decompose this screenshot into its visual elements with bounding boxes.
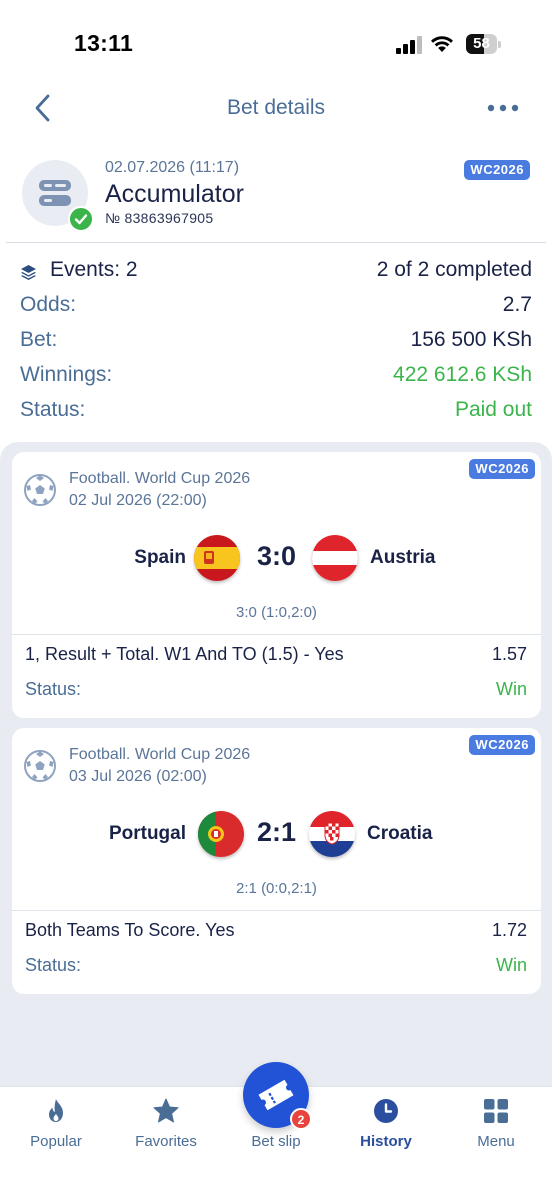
event-date: 02 Jul 2026 (22:00) — [69, 492, 207, 509]
divider — [12, 634, 541, 635]
grid-icon — [484, 1099, 508, 1123]
event-league: Football. World Cup 2026 — [69, 746, 251, 763]
flame-icon — [49, 1099, 63, 1122]
divider — [6, 242, 546, 243]
away-team: Croatia — [367, 823, 433, 844]
tab-favorites[interactable]: Favorites — [111, 1087, 221, 1167]
winnings-label: Winnings: — [20, 363, 113, 386]
nav-bar: Bet details — [0, 82, 552, 134]
tab-popular[interactable]: Popular — [1, 1087, 111, 1167]
status-value: Paid out — [454, 398, 532, 421]
bet-number: № 83863967905 — [105, 210, 214, 226]
check-icon — [68, 206, 94, 232]
event-halves-score: 3:0 (1:0,2:0) — [236, 604, 317, 621]
event-market: 1, Result + Total. W1 And TO (1.5) - Yes — [25, 644, 344, 664]
tab-label: History — [360, 1133, 412, 1150]
event-league: Football. World Cup 2026 — [69, 470, 251, 487]
events-value: 2 of 2 completed — [376, 258, 532, 281]
tournament-tag: WC2026 — [469, 735, 535, 755]
battery-level: 58 — [473, 35, 490, 52]
battery-icon: 58 — [466, 34, 502, 54]
bet-date: 02.07.2026 (11:17) — [105, 159, 240, 176]
summary-winnings-row: Winnings: 422 612.6 KSh — [0, 363, 552, 393]
summary-events-row: Events: 2 2 of 2 completed — [0, 258, 552, 288]
event-score: 2:1 — [256, 817, 297, 847]
event-market: Both Teams To Score. Yes — [25, 920, 235, 940]
away-team: Austria — [370, 547, 436, 568]
divider — [12, 910, 541, 911]
status-time: 13:11 — [74, 30, 134, 56]
tab-label: Favorites — [135, 1133, 197, 1150]
layers-icon — [21, 265, 36, 280]
tab-label: Popular — [30, 1133, 82, 1150]
clock-icon — [374, 1099, 398, 1123]
odds-label: Odds: — [20, 293, 77, 316]
event-card[interactable]: Football. World Cup 2026 03 Jul 2026 (02… — [12, 728, 541, 994]
event-halves-score: 2:1 (0:0,2:1) — [236, 880, 317, 897]
football-icon — [24, 750, 56, 782]
status-label: Status: — [20, 398, 86, 421]
football-icon — [24, 474, 56, 506]
more-icon[interactable] — [484, 96, 524, 120]
odds-value: 2.7 — [502, 293, 532, 316]
croatia-flag-icon — [309, 811, 355, 857]
tab-label: Bet slip — [251, 1133, 301, 1150]
bet-value: 156 500 KSh — [410, 328, 532, 351]
event-status-label: Status: — [25, 679, 82, 699]
signal-icon — [396, 36, 422, 54]
summary-status-row: Status: Paid out — [0, 398, 552, 428]
wifi-icon — [431, 36, 453, 52]
bet-label: Bet: — [20, 328, 58, 351]
bet-slip-count-badge: 2 — [290, 1108, 312, 1130]
event-odds: 1.72 — [491, 920, 527, 940]
event-odds: 1.57 — [491, 644, 527, 664]
star-icon — [153, 1098, 179, 1123]
event-card[interactable]: Football. World Cup 2026 02 Jul 2026 (22… — [12, 452, 541, 718]
summary-odds-row: Odds: 2.7 — [0, 293, 552, 323]
page-title: Bet details — [226, 96, 326, 119]
event-status-label: Status: — [25, 955, 82, 975]
austria-flag-icon — [312, 535, 358, 581]
tab-label: Menu — [477, 1133, 515, 1150]
tab-history[interactable]: History — [331, 1087, 441, 1167]
events-label: Events: 2 — [50, 258, 138, 281]
event-status-value: Win — [496, 955, 527, 975]
bet-type: Accumulator — [105, 180, 244, 208]
tournament-tag: WC2026 — [464, 160, 530, 180]
event-status-value: Win — [496, 679, 527, 699]
tab-menu[interactable]: Menu — [441, 1087, 551, 1167]
winnings-value: 422 612.6 KSh — [393, 363, 532, 386]
status-bar: 13:11 58 — [0, 0, 552, 80]
summary-bet-row: Bet: 156 500 KSh — [0, 328, 552, 358]
bet-header: 02.07.2026 (11:17) Accumulator № 8386396… — [0, 150, 552, 242]
event-date: 03 Jul 2026 (02:00) — [69, 768, 207, 785]
event-score: 3:0 — [256, 541, 297, 571]
tournament-tag: WC2026 — [469, 459, 535, 479]
